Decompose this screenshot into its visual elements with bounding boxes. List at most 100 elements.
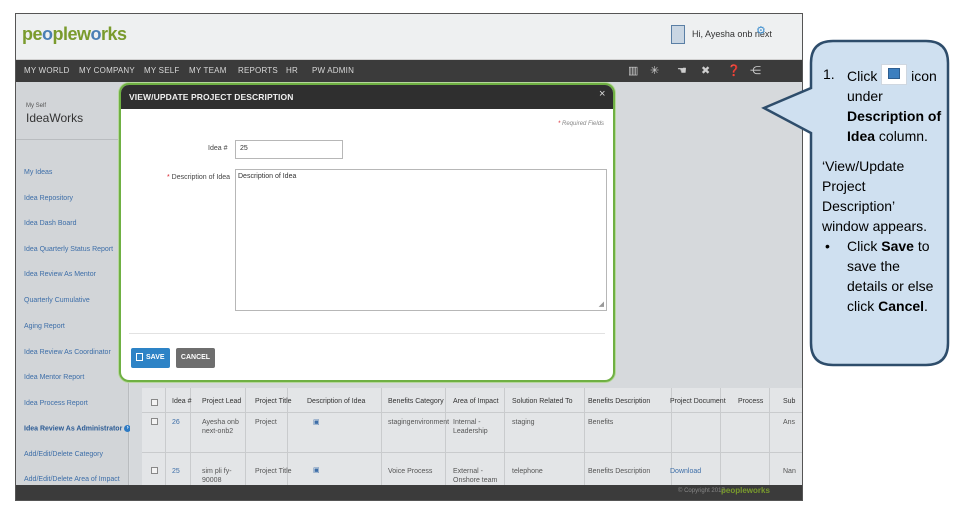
app-logo[interactable]: peopleworks xyxy=(22,24,127,45)
idea-number-label: Idea # xyxy=(208,145,228,152)
resize-grip-icon[interactable]: ◢ xyxy=(599,300,604,308)
nav-my-self[interactable]: MY SELF xyxy=(144,66,180,75)
sidebar-item-review-as-coordinator[interactable]: Idea Review As Coordinator xyxy=(24,349,111,356)
hand-icon[interactable]: ☚ xyxy=(677,64,687,77)
divider xyxy=(16,139,128,140)
floppy-disk-icon xyxy=(136,353,143,361)
save-button[interactable]: SAVE xyxy=(131,348,170,368)
divider xyxy=(245,388,246,500)
nav-pw-admin[interactable]: PW ADMIN xyxy=(312,66,354,75)
dialog-header: VIEW/UPDATE PROJECT DESCRIPTION × xyxy=(121,85,613,109)
copyright-text: © Copyright 2017 xyxy=(678,488,725,494)
top-header: peopleworks Hi, Ayesha onb next ⚙ xyxy=(16,14,802,60)
instruction-emphasis: Save xyxy=(881,238,914,254)
table-cell: Benefits Description xyxy=(588,468,651,475)
sidebar-item-edit-area-of-impact[interactable]: Add/Edit/Delete Area of Impact xyxy=(24,476,120,483)
column-header[interactable]: Idea # xyxy=(172,398,191,405)
nav-reports[interactable]: REPORTS xyxy=(238,66,278,75)
view-update-description-dialog: VIEW/UPDATE PROJECT DESCRIPTION × * Requ… xyxy=(119,83,615,382)
help-icon[interactable]: ❓ xyxy=(727,64,741,77)
divider xyxy=(769,388,770,500)
table-cell: Project Title xyxy=(255,468,292,475)
idea-number-field[interactable]: 25 xyxy=(235,140,343,159)
instruction-step: 1. Click icon under Description of Idea … xyxy=(822,64,942,146)
callout-text: 1. Click icon under Description of Idea … xyxy=(822,64,942,316)
save-button-label: SAVE xyxy=(146,354,165,361)
column-header[interactable]: Process xyxy=(738,398,763,405)
section-title: IdeaWorks xyxy=(26,111,84,125)
column-header[interactable]: Description of Idea xyxy=(307,398,365,405)
column-header[interactable]: Project Document xyxy=(670,398,726,405)
description-edit-icon[interactable]: ▣ xyxy=(313,466,320,475)
nav-my-company[interactable]: MY COMPANY xyxy=(79,66,135,75)
sun-icon[interactable]: ✳ xyxy=(650,64,659,77)
column-header[interactable]: Sub xyxy=(783,398,795,405)
description-icon xyxy=(881,64,908,85)
bullet-dot: • xyxy=(825,238,830,254)
nav-my-world[interactable]: MY WORLD xyxy=(24,66,69,75)
sidebar-item-mentor-report[interactable]: Idea Mentor Report xyxy=(24,374,84,381)
dialog-title: VIEW/UPDATE PROJECT DESCRIPTION xyxy=(129,92,294,102)
instruction-text: . xyxy=(924,298,928,314)
divider xyxy=(142,452,802,453)
close-icon[interactable]: × xyxy=(599,88,605,100)
description-edit-icon[interactable]: ▣ xyxy=(313,418,320,427)
table-cell: Internal - Leadership xyxy=(453,419,488,435)
tools-icon[interactable]: ✖ xyxy=(701,64,710,77)
idea-number-link[interactable]: 25 xyxy=(172,467,180,476)
table-cell: staging xyxy=(512,419,535,426)
column-header[interactable]: Project Title xyxy=(255,398,292,405)
divider xyxy=(165,388,166,500)
description-label: * Description of Idea xyxy=(167,174,231,181)
table-cell: Voice Process xyxy=(388,468,433,475)
column-header[interactable]: Benefits Description xyxy=(588,398,650,405)
description-label-text: Description of Idea xyxy=(171,174,231,181)
required-fields-label: Required Fields xyxy=(562,121,605,127)
sidebar-item-my-ideas[interactable]: My Ideas xyxy=(24,169,52,176)
step-number: 1. xyxy=(823,66,835,82)
sidebar-item-idea-dash-board[interactable]: Idea Dash Board xyxy=(24,220,77,227)
screenshot-frame: peopleworks Hi, Ayesha onb next ⚙ MY WOR… xyxy=(15,13,803,501)
row-checkbox[interactable] xyxy=(151,418,158,425)
sidebar-item-quarterly-cumulative[interactable]: Quarterly Cumulative xyxy=(24,297,90,304)
table-cell: stagingenvironment xyxy=(388,419,450,426)
nav-my-team[interactable]: MY TEAM xyxy=(189,66,227,75)
sidebar-item-process-report[interactable]: Idea Process Report xyxy=(24,400,88,407)
divider xyxy=(142,412,802,413)
cancel-button[interactable]: CANCEL xyxy=(176,348,215,368)
table-cell: Ans xyxy=(783,419,796,426)
instruction-note: ‘View/Update Project Description’ window… xyxy=(822,158,928,234)
table-cell: Nan xyxy=(783,468,796,475)
project-document-link[interactable]: Download xyxy=(670,467,701,476)
select-all-checkbox[interactable] xyxy=(151,399,158,406)
column-header[interactable]: Solution Related To xyxy=(512,398,573,405)
sidebar-item-review-as-mentor[interactable]: Idea Review As Mentor xyxy=(24,271,96,278)
column-header[interactable]: Area of Impact xyxy=(453,398,499,405)
nav-hr[interactable]: HR xyxy=(286,66,298,75)
divider xyxy=(381,388,382,500)
sidebar-item-edit-category[interactable]: Add/Edit/Delete Category xyxy=(24,451,103,458)
column-header[interactable]: Benefits Category xyxy=(388,398,444,405)
main-nav: MY WORLD MY COMPANY MY SELF MY TEAM REPO… xyxy=(16,60,802,82)
sidebar-item-review-as-administrator[interactable]: Idea Review As Administrator › xyxy=(24,425,132,433)
table-cell: Project xyxy=(255,419,277,426)
user-avatar[interactable] xyxy=(671,25,685,44)
instruction-text: Click xyxy=(847,68,878,84)
sidebar-item-idea-repository[interactable]: Idea Repository xyxy=(24,195,73,202)
divider xyxy=(129,333,605,334)
instruction-text: column. xyxy=(878,128,928,144)
sidebar: My Self IdeaWorks My Ideas Idea Reposito… xyxy=(16,82,132,500)
divider xyxy=(504,388,505,500)
description-textarea[interactable]: Description of Idea ◢ xyxy=(235,169,607,311)
table-cell: Benefits xyxy=(588,419,614,426)
footer: © Copyright 2017 peopleworks xyxy=(16,485,802,500)
book-icon[interactable]: ▥ xyxy=(628,64,638,77)
idea-number-link[interactable]: 26 xyxy=(172,418,180,427)
breadcrumb: My Self xyxy=(26,103,47,109)
row-checkbox[interactable] xyxy=(151,467,158,474)
gear-icon[interactable]: ⚙ xyxy=(756,24,766,37)
column-header[interactable]: Project Lead xyxy=(202,398,241,405)
sidebar-item-aging-report[interactable]: Aging Report xyxy=(24,323,65,330)
sidebar-item-label: Idea Review As Administrator xyxy=(24,425,123,433)
sidebar-item-quarterly-status-report[interactable]: Idea Quarterly Status Report xyxy=(24,246,113,253)
